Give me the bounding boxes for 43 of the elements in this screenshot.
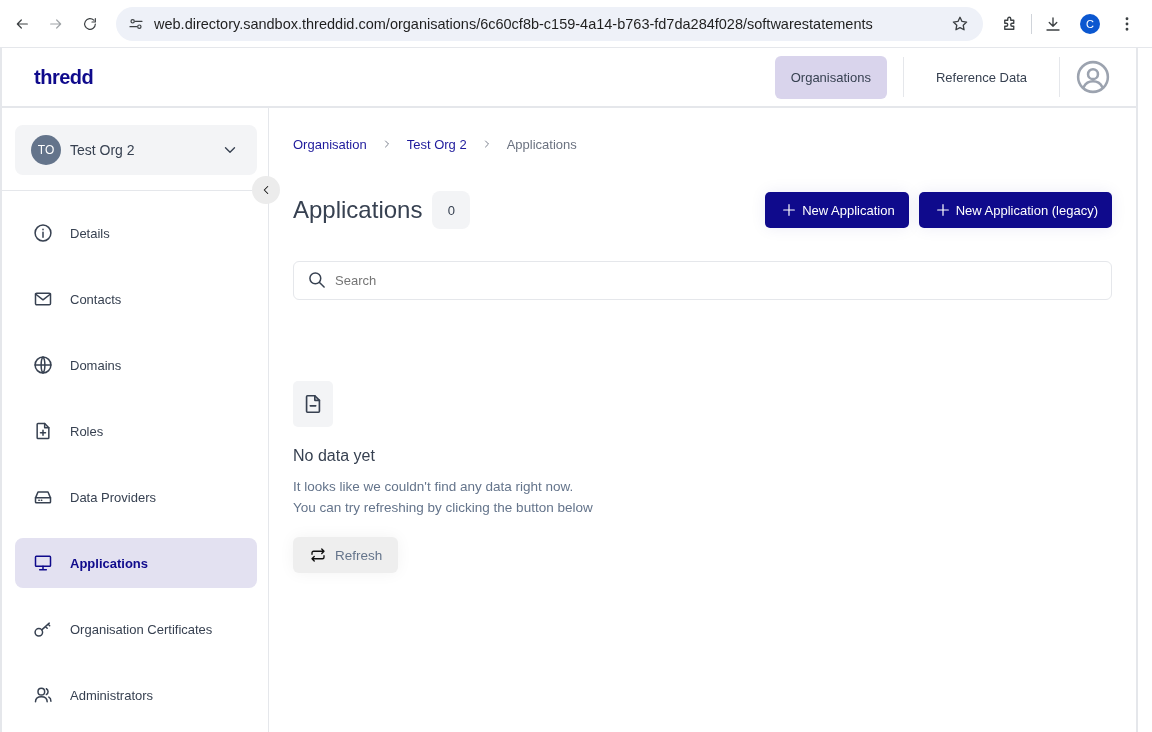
- breadcrumb-link[interactable]: Test Org 2: [406, 136, 467, 152]
- file-plus-icon: [33, 421, 53, 441]
- url-text: web.directory.sandbox.threddid.com/organisations/6c60cf8b-c159-4a14-b763-fd7da284f028/softwarestatements: [154, 15, 874, 32]
- plus-icon: [781, 202, 798, 218]
- reload-icon[interactable]: [82, 15, 98, 32]
- plus-icon: [934, 202, 951, 218]
- breadcrumb-link[interactable]: Organisation: [293, 136, 367, 152]
- sidebar-item[interactable]: Details: [15, 208, 257, 258]
- address-bar[interactable]: web.directory.sandbox.threddid.com/organisations/6c60cf8b-c159-4a14-b763-fd7da284f028/softwarestatements: [116, 6, 983, 41]
- profile-avatar[interactable]: C: [1080, 13, 1100, 34]
- empty-state-text: You can try refreshing by clicking the button below: [293, 500, 593, 515]
- envelope-icon: [33, 289, 53, 309]
- globe-icon: [33, 355, 53, 375]
- empty-state-text: It looks like we couldn't find any data right now.: [293, 479, 575, 494]
- sidebar-item[interactable]: Contacts: [15, 274, 257, 324]
- sidebar-item[interactable]: Administrators: [15, 670, 257, 720]
- refresh-icon: [309, 546, 327, 564]
- organisation-selector[interactable]: TO Test Org 2: [15, 125, 257, 175]
- sidebar-item[interactable]: Applications: [15, 538, 257, 588]
- key-icon: [33, 619, 53, 639]
- sidebar-item[interactable]: Data Providers: [15, 472, 257, 522]
- logo[interactable]: thredd: [34, 65, 94, 89]
- search-icon: [307, 270, 327, 290]
- users-icon: [33, 685, 53, 705]
- nav-tab[interactable]: Reference Data: [919, 55, 1043, 99]
- monitor-icon: [33, 553, 53, 573]
- download-icon[interactable]: [1044, 14, 1062, 33]
- org-avatar: TO: [31, 135, 61, 165]
- sidebar-item[interactable]: Domains: [15, 340, 257, 390]
- nav-tab[interactable]: Organisations: [774, 55, 887, 99]
- sidebar-item[interactable]: Organisation Certificates: [15, 604, 257, 654]
- empty-state-title: No data yet: [293, 447, 375, 465]
- new-application-button[interactable]: New Application (legacy): [918, 192, 1112, 228]
- page-title: Applications: [293, 196, 423, 224]
- breadcrumb-current: Applications: [506, 136, 577, 152]
- star-icon[interactable]: [951, 14, 969, 33]
- sidebar-item[interactable]: Roles: [15, 406, 257, 456]
- search-field[interactable]: Search: [293, 261, 1112, 300]
- org-name: Test Org 2: [70, 142, 136, 158]
- new-application-button[interactable]: New Application: [765, 192, 909, 228]
- refresh-button[interactable]: Refresh: [293, 537, 399, 573]
- count-badge: 0: [432, 191, 471, 229]
- info-icon: [33, 223, 53, 243]
